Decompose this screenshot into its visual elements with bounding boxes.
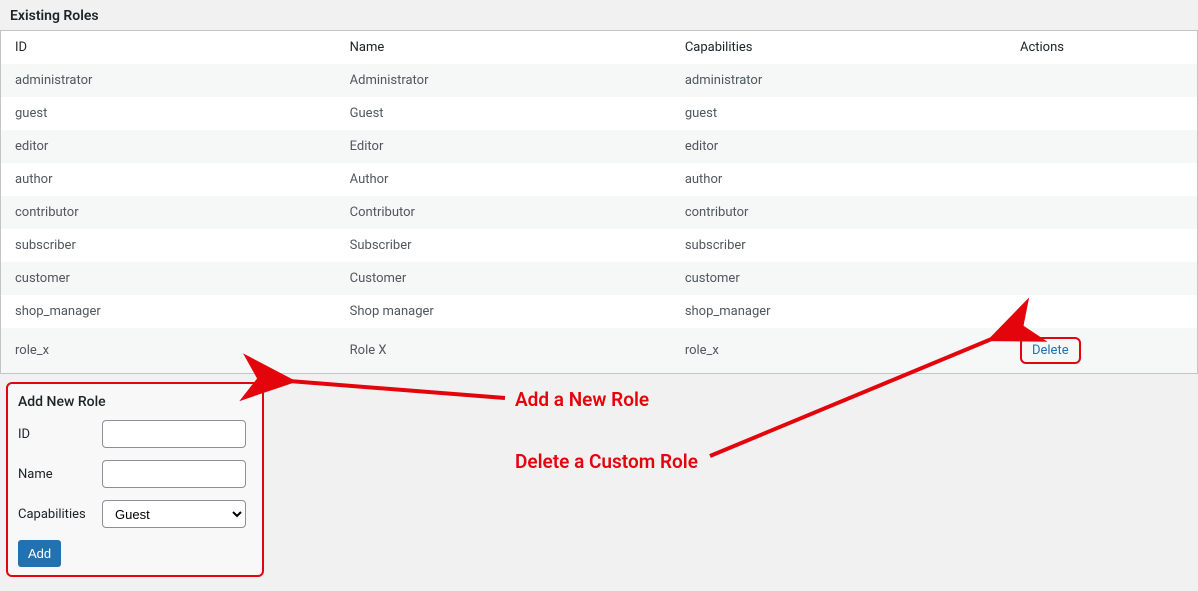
col-header-name[interactable]: Name — [336, 31, 671, 65]
roles-table: ID Name Capabilities Actions administrat… — [0, 30, 1198, 374]
cell-capabilities: administrator — [671, 64, 1006, 97]
cell-name: Guest — [336, 97, 671, 130]
annotation-add-text: Add a New Role — [515, 388, 649, 411]
cell-id: contributor — [1, 196, 336, 229]
cell-name: Contributor — [336, 196, 671, 229]
cell-capabilities: customer — [671, 262, 1006, 295]
table-row: customerCustomercustomer — [1, 262, 1198, 295]
capabilities-label: Capabilities — [18, 507, 102, 522]
cell-id: subscriber — [1, 229, 336, 262]
add-button[interactable]: Add — [18, 540, 61, 567]
cell-capabilities: contributor — [671, 196, 1006, 229]
table-row: administratorAdministratoradministrator — [1, 64, 1198, 97]
cell-id: administrator — [1, 64, 336, 97]
cell-actions — [1006, 163, 1198, 196]
arrow-to-add-box — [289, 381, 505, 398]
cell-capabilities: subscriber — [671, 229, 1006, 262]
cell-name: Editor — [336, 130, 671, 163]
cell-actions — [1006, 229, 1198, 262]
cell-name: Customer — [336, 262, 671, 295]
cell-id: role_x — [1, 328, 336, 374]
cell-actions: Delete — [1006, 328, 1198, 374]
cell-id: shop_manager — [1, 295, 336, 328]
cell-id: editor — [1, 130, 336, 163]
cell-capabilities: shop_manager — [671, 295, 1006, 328]
col-header-id[interactable]: ID — [1, 31, 336, 65]
delete-link[interactable]: Delete — [1032, 343, 1069, 358]
cell-name: Role X — [336, 328, 671, 374]
cell-actions — [1006, 130, 1198, 163]
cell-actions — [1006, 64, 1198, 97]
capabilities-select[interactable]: Guest — [102, 500, 246, 528]
table-row: shop_managerShop managershop_manager — [1, 295, 1198, 328]
cell-actions — [1006, 262, 1198, 295]
table-row: guestGuestguest — [1, 97, 1198, 130]
name-input[interactable] — [102, 460, 246, 488]
table-row: authorAuthorauthor — [1, 163, 1198, 196]
name-label: Name — [18, 467, 102, 482]
col-header-capabilities[interactable]: Capabilities — [671, 31, 1006, 65]
cell-name: Administrator — [336, 64, 671, 97]
add-box-title: Add New Role — [18, 394, 252, 410]
col-header-actions: Actions — [1006, 31, 1198, 65]
cell-actions — [1006, 295, 1198, 328]
cell-id: guest — [1, 97, 336, 130]
section-title: Existing Roles — [10, 8, 1188, 24]
delete-highlight: Delete — [1020, 337, 1081, 364]
cell-name: Subscriber — [336, 229, 671, 262]
cell-name: Author — [336, 163, 671, 196]
table-header-row: ID Name Capabilities Actions — [1, 31, 1198, 65]
table-row: subscriberSubscribersubscriber — [1, 229, 1198, 262]
table-row: editorEditoreditor — [1, 130, 1198, 163]
id-label: ID — [18, 427, 102, 442]
cell-actions — [1006, 97, 1198, 130]
table-row: contributorContributorcontributor — [1, 196, 1198, 229]
annotation-delete-text: Delete a Custom Role — [515, 450, 698, 473]
cell-id: author — [1, 163, 336, 196]
cell-capabilities: editor — [671, 130, 1006, 163]
id-input[interactable] — [102, 420, 246, 448]
cell-capabilities: role_x — [671, 328, 1006, 374]
cell-name: Shop manager — [336, 295, 671, 328]
cell-actions — [1006, 196, 1198, 229]
add-new-role-box: Add New Role ID Name Capabilities Guest … — [6, 382, 264, 577]
cell-id: customer — [1, 262, 336, 295]
table-row: role_xRole Xrole_x Delete — [1, 328, 1198, 374]
cell-capabilities: guest — [671, 97, 1006, 130]
cell-capabilities: author — [671, 163, 1006, 196]
